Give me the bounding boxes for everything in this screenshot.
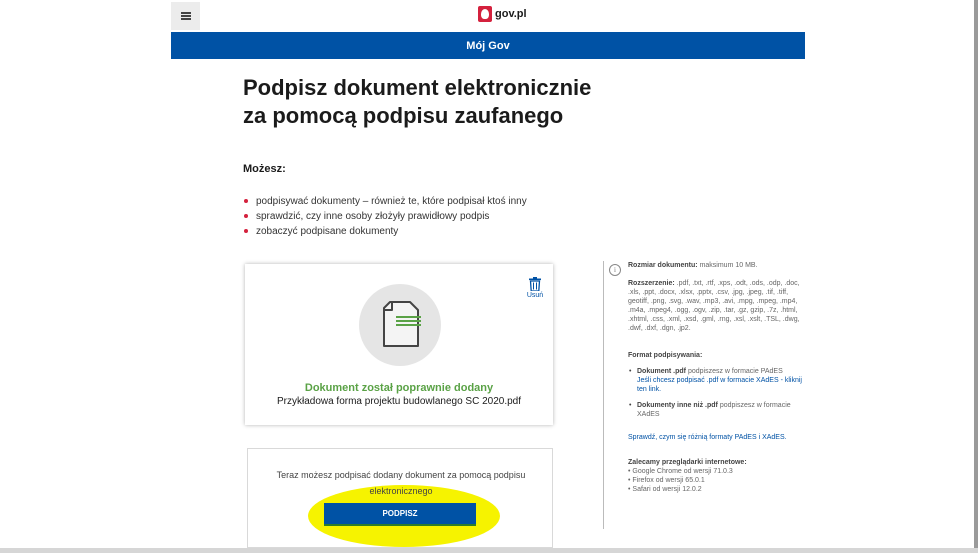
delete-button[interactable]: Usuń bbox=[526, 277, 544, 299]
window-edge bbox=[974, 0, 978, 553]
top-bar: gov.pl bbox=[171, 0, 805, 32]
size-info: Rozmiar dokumentu: maksimum 10 MB. bbox=[628, 261, 804, 270]
pdf-text: podpiszesz w formacie PAdES bbox=[686, 368, 783, 375]
feature-item: zobaczyć podpisane dokumenty bbox=[243, 224, 527, 239]
format-other-item: Dokumenty inne niż .pdf podpiszesz w for… bbox=[628, 401, 804, 419]
extension-info: Rozszerzenie: .pdf, .txt, .rtf, .xps, .o… bbox=[628, 279, 804, 333]
sign-instruction: Teraz możesz podpisać dodany dokument za… bbox=[276, 470, 526, 496]
uploaded-document-card: Usuń Dokument został poprawnie dodany Pr… bbox=[245, 264, 553, 425]
info-sidebar: i Rozmiar dokumentu: maksimum 10 MB. Roz… bbox=[603, 261, 804, 529]
nav-bar[interactable]: Mój Gov bbox=[171, 32, 805, 59]
sign-button[interactable]: PODPISZ bbox=[324, 503, 476, 526]
pdf-xades-link[interactable]: Jeśli chcesz podpisać .pdf w formacie XA… bbox=[637, 377, 802, 393]
feature-item: podpisywać dokumenty – również te, które… bbox=[243, 194, 527, 209]
browser-item: • Firefox od wersji 65.0.1 bbox=[628, 477, 705, 484]
compare-formats-link[interactable]: Sprawdź, czym się różnią formaty PAdES i… bbox=[628, 434, 787, 441]
window-bottom-edge bbox=[0, 548, 978, 553]
hamburger-menu-button[interactable] bbox=[171, 2, 200, 30]
menu-icon bbox=[180, 12, 191, 20]
info-icon: i bbox=[609, 264, 621, 276]
nav-title[interactable]: Mój Gov bbox=[466, 40, 509, 52]
document-icon bbox=[383, 301, 421, 347]
gov-logo[interactable]: gov.pl bbox=[478, 6, 527, 22]
features-list: podpisywać dokumenty – również te, które… bbox=[243, 194, 527, 239]
format-heading: Format podpisywania: bbox=[628, 351, 804, 360]
feature-item: sprawdzić, czy inne osoby złożyły prawid… bbox=[243, 209, 527, 224]
uploaded-file-name: Przykładowa forma projektu budowlanego S… bbox=[276, 396, 522, 407]
extension-label: Rozszerzenie: bbox=[628, 280, 675, 287]
features-heading: Możesz: bbox=[243, 163, 286, 175]
eagle-emblem-icon bbox=[478, 6, 492, 22]
size-value: maksimum 10 MB. bbox=[697, 262, 758, 269]
info-content: Rozmiar dokumentu: maksimum 10 MB. Rozsz… bbox=[628, 261, 804, 494]
document-icon-circle bbox=[359, 284, 441, 366]
upload-success-message: Dokument został poprawnie dodany bbox=[304, 382, 494, 394]
delete-label[interactable]: Usuń bbox=[526, 292, 544, 299]
sign-card: Teraz możesz podpisać dodany dokument za… bbox=[247, 448, 553, 548]
logo-text: gov.pl bbox=[495, 8, 527, 20]
format-label: Format podpisywania: bbox=[628, 352, 703, 359]
compare-formats: Sprawdź, czym się różnią formaty PAdES i… bbox=[628, 433, 804, 442]
browsers-info: Zalecamy przeglądarki internetowe: • Goo… bbox=[628, 458, 804, 494]
browser-item: • Safari od wersji 12.0.2 bbox=[628, 486, 702, 493]
page-title: Podpisz dokument elektronicznie za pomoc… bbox=[243, 74, 663, 130]
browsers-label: Zalecamy przeglądarki internetowe: bbox=[628, 459, 747, 466]
title-line-1: Podpisz dokument elektronicznie bbox=[243, 75, 592, 100]
format-pdf-item: Dokument .pdf podpiszesz w formacie PAdE… bbox=[628, 367, 804, 394]
browser-item: • Google Chrome od wersji 71.0.3 bbox=[628, 468, 733, 475]
extension-value: .pdf, .txt, .rtf, .xps, .odt, .ods, .odp… bbox=[628, 280, 800, 332]
title-line-2: za pomocą podpisu zaufanego bbox=[243, 103, 564, 128]
trash-icon bbox=[529, 277, 541, 291]
pdf-label: Dokument .pdf bbox=[637, 368, 686, 375]
other-label: Dokumenty inne niż .pdf bbox=[637, 402, 718, 409]
size-label: Rozmiar dokumentu: bbox=[628, 262, 698, 269]
